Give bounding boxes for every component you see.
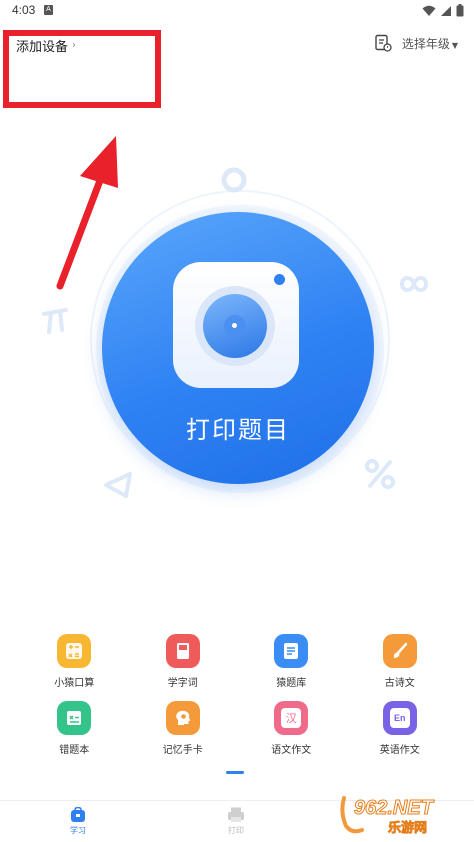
feature-learn-words[interactable]: 学字词: [129, 634, 238, 689]
feature-mistake-book[interactable]: 错题本: [20, 701, 129, 756]
print-question-label: 打印题目: [186, 416, 290, 444]
grade-select-label: 选择年级: [401, 36, 450, 51]
status-indicators: [422, 4, 464, 17]
signal-icon: [441, 5, 451, 16]
feature-label: 猿题库: [276, 678, 307, 689]
feature-chinese-essay[interactable]: 汉 语文作文: [237, 701, 346, 756]
brush-icon: [382, 634, 417, 668]
notification-badge-icon: A: [44, 5, 53, 15]
tab-print-label: 打印: [228, 826, 244, 835]
feature-label: 英语作文: [379, 745, 420, 756]
document-icon: [274, 634, 309, 668]
feature-ancient-poetry[interactable]: 古诗文: [346, 634, 455, 689]
watermark-logo: 962.NET 乐游网: [338, 790, 468, 836]
backpack-icon: [71, 807, 85, 822]
feature-label: 语文作文: [271, 745, 312, 756]
feature-memory-cards[interactable]: 记忆手卡: [129, 701, 238, 756]
print-question-button[interactable]: 打印题目: [102, 212, 374, 484]
decorative-percent-icon: [365, 459, 395, 489]
svg-text:962.NET: 962.NET: [354, 797, 435, 819]
grade-select[interactable]: 选择年级 ▼: [374, 34, 458, 52]
tab-study[interactable]: 学习: [58, 807, 98, 836]
feature-grid: 小猿口算 学字词 猿题库 古诗文 错题本 记忆手卡 汉 语文作文 En 英语作文: [20, 634, 454, 756]
annotation-highlight-box: [3, 30, 161, 108]
printer-icon: [228, 807, 244, 822]
decorative-pi-icon: [42, 308, 68, 334]
status-time: 4:03: [12, 3, 36, 17]
feature-label: 小猿口算: [54, 678, 95, 689]
feature-label: 记忆手卡: [162, 745, 203, 756]
wifi-icon: [422, 5, 436, 16]
decorative-triangle-icon: [104, 472, 132, 498]
tab-study-label: 学习: [70, 826, 86, 835]
feature-label: 错题本: [59, 745, 90, 756]
tab-print[interactable]: 打印: [216, 807, 256, 836]
page-indicator: [226, 771, 244, 774]
clipboard-clock-icon: [375, 34, 392, 52]
status-bar: 4:03 A: [0, 0, 474, 22]
book-icon: [165, 634, 200, 668]
battery-icon: [456, 4, 464, 17]
chinese-char-icon: 汉: [274, 701, 309, 735]
decorative-circle-icon: [221, 167, 247, 193]
feature-label: 学字词: [167, 678, 198, 689]
feature-question-bank[interactable]: 猿题库: [237, 634, 346, 689]
decorative-infinity-icon: [399, 276, 429, 292]
feature-mental-math[interactable]: 小猿口算: [20, 634, 129, 689]
english-icon: En: [382, 701, 417, 735]
calculator-icon: [57, 634, 92, 668]
camera-icon: [173, 262, 299, 388]
notebook-icon: [57, 701, 92, 735]
feature-label: 古诗文: [384, 678, 415, 689]
head-icon: [165, 701, 200, 735]
feature-english-essay[interactable]: En 英语作文: [346, 701, 455, 756]
svg-text:乐游网: 乐游网: [388, 820, 427, 836]
caret-down-icon: ▼: [451, 40, 458, 50]
